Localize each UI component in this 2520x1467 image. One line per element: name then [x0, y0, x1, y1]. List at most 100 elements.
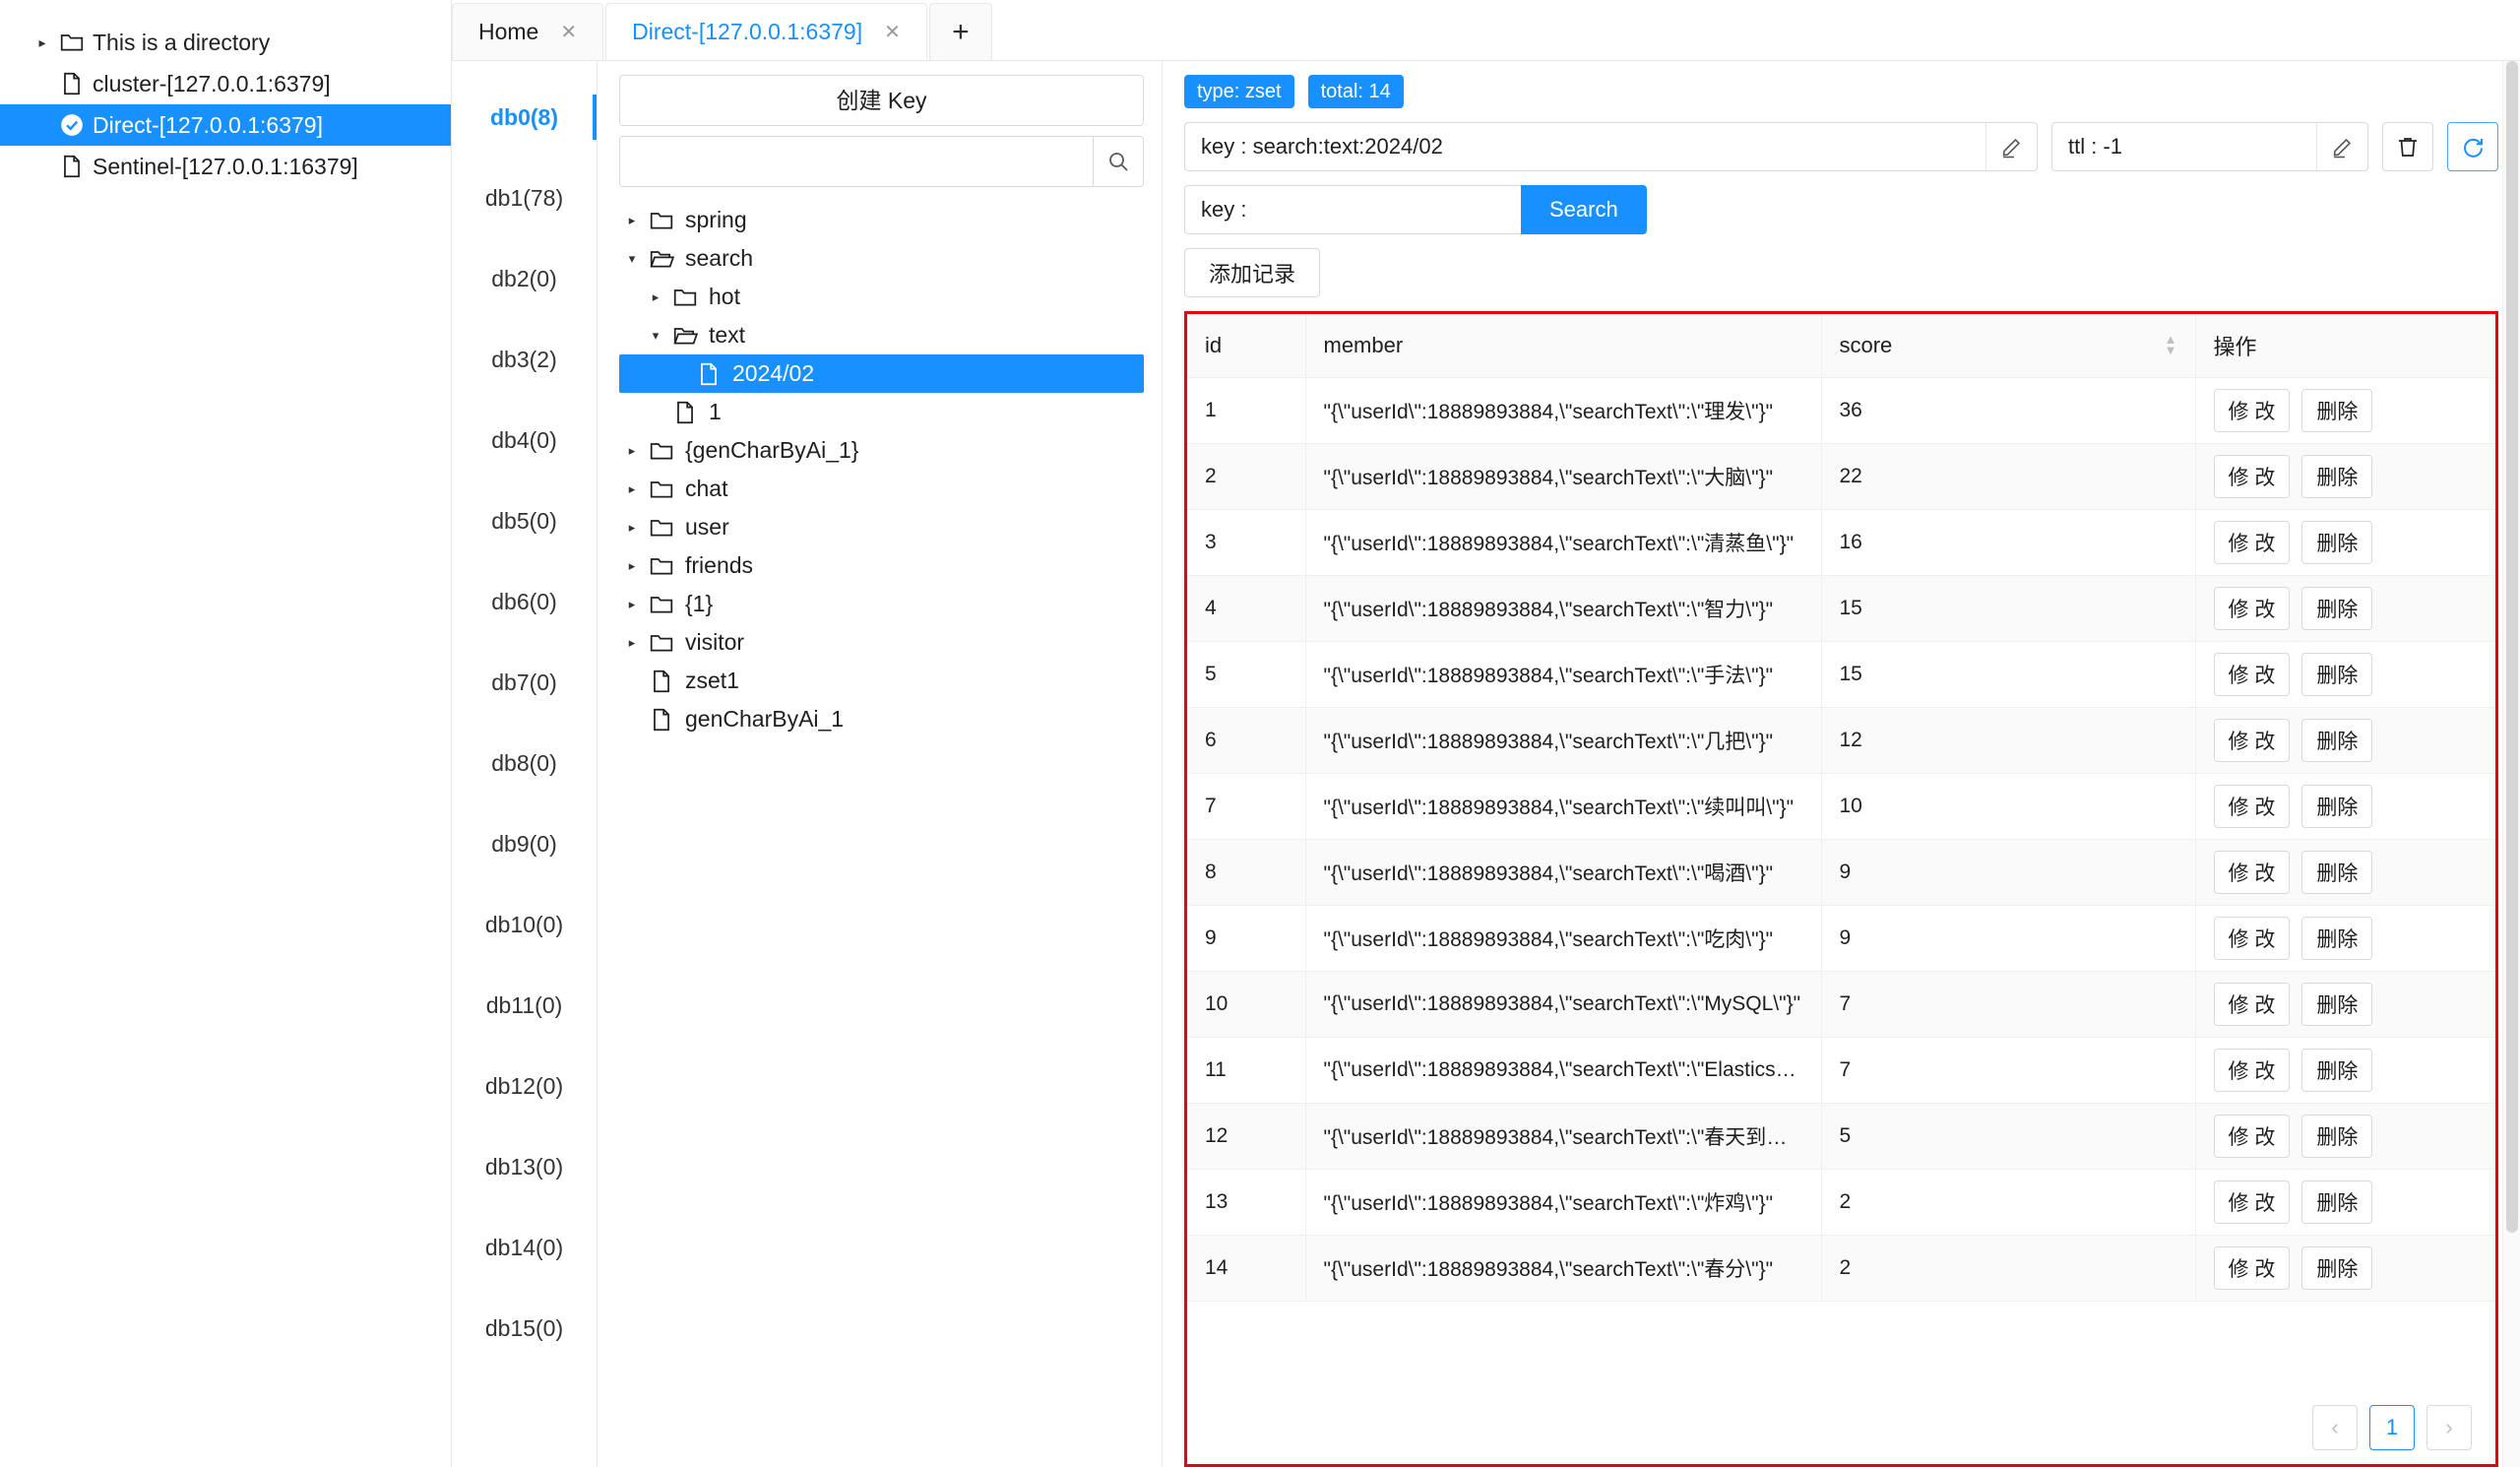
delete-row-button[interactable]: 删除 — [2301, 653, 2373, 696]
tree-node-3[interactable]: ▾ text — [619, 316, 1144, 354]
folder-icon — [645, 477, 678, 502]
edit-row-button[interactable]: 修 改 — [2213, 1180, 2291, 1224]
tree-node-6[interactable]: ▸ {genCharByAi_1} — [619, 431, 1144, 470]
pagination-page-1[interactable]: 1 — [2369, 1405, 2415, 1450]
edit-row-button[interactable]: 修 改 — [2213, 1246, 2291, 1290]
chevron-right-icon[interactable]: ▸ — [619, 597, 645, 612]
tree-node-5[interactable]: ▸1 — [619, 393, 1144, 431]
pagination-next[interactable]: › — [2426, 1405, 2472, 1450]
row-action-group: 修 改删除 — [2213, 1115, 2479, 1158]
close-icon[interactable]: ✕ — [560, 23, 577, 42]
tree-node-2[interactable]: ▸ hot — [619, 278, 1144, 316]
delete-row-button[interactable]: 删除 — [2301, 983, 2373, 1026]
cell-member: "{\"userId\":18889893884,\"searchText\":… — [1305, 905, 1822, 972]
delete-row-button[interactable]: 删除 — [2301, 1115, 2373, 1158]
chevron-right-icon[interactable]: ▸ — [619, 443, 645, 459]
chevron-right-icon[interactable]: ▸ — [619, 635, 645, 651]
tree-node-10[interactable]: ▸ {1} — [619, 585, 1144, 623]
edit-row-button[interactable]: 修 改 — [2213, 455, 2291, 498]
chevron-right-icon[interactable]: ▸ — [619, 481, 645, 497]
database-item-9[interactable]: db9(0) — [452, 803, 597, 884]
tree-node-11[interactable]: ▸ visitor — [619, 623, 1144, 662]
delete-row-button[interactable]: 删除 — [2301, 1180, 2373, 1224]
window-scrollbar[interactable] — [2502, 61, 2520, 1467]
database-item-2[interactable]: db2(0) — [452, 238, 597, 319]
edit-row-button[interactable]: 修 改 — [2213, 1049, 2291, 1092]
database-item-7[interactable]: db7(0) — [452, 642, 597, 723]
ttl-field[interactable]: ttl : -1 — [2051, 122, 2368, 171]
database-item-3[interactable]: db3(2) — [452, 319, 597, 400]
tree-node-8[interactable]: ▸ user — [619, 508, 1144, 546]
database-item-10[interactable]: db10(0) — [452, 884, 597, 965]
database-item-12[interactable]: db12(0) — [452, 1046, 597, 1126]
edit-row-button[interactable]: 修 改 — [2213, 785, 2291, 828]
chevron-right-icon[interactable]: ▸ — [619, 520, 645, 536]
key-search-input[interactable] — [619, 136, 1093, 187]
tree-node-12[interactable]: ▸zset1 — [619, 662, 1144, 700]
add-record-button[interactable]: 添加记录 — [1184, 248, 1320, 297]
delete-row-button[interactable]: 删除 — [2301, 521, 2373, 564]
edit-row-button[interactable]: 修 改 — [2213, 521, 2291, 564]
database-item-11[interactable]: db11(0) — [452, 965, 597, 1046]
database-item-1[interactable]: db1(78) — [452, 158, 597, 238]
database-item-0[interactable]: db0(8) — [452, 77, 597, 158]
database-item-5[interactable]: db5(0) — [452, 480, 597, 561]
delete-row-button[interactable]: 删除 — [2301, 1246, 2373, 1290]
new-tab-button[interactable]: + — [928, 3, 992, 60]
key-search-button[interactable] — [1093, 136, 1144, 187]
database-item-14[interactable]: db14(0) — [452, 1207, 597, 1288]
key-name-field[interactable]: key : search:text:2024/02 — [1184, 122, 2038, 171]
database-item-8[interactable]: db8(0) — [452, 723, 597, 803]
edit-row-button[interactable]: 修 改 — [2213, 587, 2291, 630]
edit-row-button[interactable]: 修 改 — [2213, 917, 2291, 960]
delete-row-button[interactable]: 删除 — [2301, 851, 2373, 894]
tree-node-4[interactable]: ▸2024/02 — [619, 354, 1144, 393]
chevron-right-icon[interactable]: ▸ — [619, 213, 645, 228]
member-search-button[interactable]: Search — [1521, 185, 1647, 234]
member-search-input[interactable] — [1184, 185, 1521, 234]
chevron-down-icon[interactable]: ▾ — [619, 251, 645, 267]
connection-item-2[interactable]: ▸Direct-[127.0.0.1:6379] — [0, 104, 451, 146]
connection-item-3[interactable]: ▸Sentinel-[127.0.0.1:16379] — [0, 146, 451, 187]
chevron-right-icon[interactable]: ▸ — [643, 289, 668, 305]
delete-row-button[interactable]: 删除 — [2301, 719, 2373, 762]
tree-node-1[interactable]: ▾ search — [619, 239, 1144, 278]
col-header-score[interactable]: score ▲ ▼ — [1821, 314, 2196, 378]
edit-key-button[interactable] — [1985, 123, 2037, 170]
delete-row-button[interactable]: 删除 — [2301, 917, 2373, 960]
expand-caret-icon[interactable]: ▸ — [30, 34, 55, 51]
edit-row-button[interactable]: 修 改 — [2213, 851, 2291, 894]
edit-row-button[interactable]: 修 改 — [2213, 653, 2291, 696]
chevron-right-icon[interactable]: ▸ — [619, 558, 645, 574]
edit-row-button[interactable]: 修 改 — [2213, 389, 2291, 432]
scrollbar-thumb[interactable] — [2506, 61, 2518, 1233]
edit-row-button[interactable]: 修 改 — [2213, 1115, 2291, 1158]
sort-toggle-icon[interactable]: ▲ ▼ — [2165, 333, 2177, 356]
create-key-button[interactable]: 创建 Key — [619, 75, 1144, 126]
chevron-down-icon[interactable]: ▾ — [643, 328, 668, 344]
tree-node-0[interactable]: ▸ spring — [619, 201, 1144, 239]
tree-node-13[interactable]: ▸genCharByAi_1 — [619, 700, 1144, 738]
database-item-15[interactable]: db15(0) — [452, 1288, 597, 1369]
connection-item-0[interactable]: ▸ This is a directory — [0, 22, 451, 63]
delete-row-button[interactable]: 删除 — [2301, 1049, 2373, 1092]
edit-ttl-button[interactable] — [2316, 123, 2367, 170]
delete-row-button[interactable]: 删除 — [2301, 785, 2373, 828]
tree-node-9[interactable]: ▸ friends — [619, 546, 1144, 585]
database-item-13[interactable]: db13(0) — [452, 1126, 597, 1207]
delete-key-button[interactable] — [2382, 122, 2433, 171]
edit-row-button[interactable]: 修 改 — [2213, 983, 2291, 1026]
pagination-prev[interactable]: ‹ — [2312, 1405, 2358, 1450]
delete-row-button[interactable]: 删除 — [2301, 455, 2373, 498]
database-item-6[interactable]: db6(0) — [452, 561, 597, 642]
close-icon[interactable]: ✕ — [884, 23, 901, 42]
connection-item-1[interactable]: ▸cluster-[127.0.0.1:6379] — [0, 63, 451, 104]
tab-0[interactable]: Home ✕ — [452, 3, 604, 60]
delete-row-button[interactable]: 删除 — [2301, 389, 2373, 432]
delete-row-button[interactable]: 删除 — [2301, 587, 2373, 630]
tree-node-7[interactable]: ▸ chat — [619, 470, 1144, 508]
tab-1[interactable]: Direct-[127.0.0.1:6379] ✕ — [605, 3, 927, 60]
refresh-button[interactable] — [2447, 122, 2498, 171]
database-item-4[interactable]: db4(0) — [452, 400, 597, 480]
edit-row-button[interactable]: 修 改 — [2213, 719, 2291, 762]
